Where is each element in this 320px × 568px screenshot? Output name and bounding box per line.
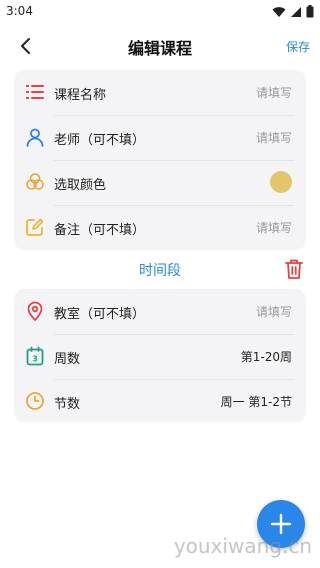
palette-icon [26, 173, 44, 190]
periods-label: 节数 [54, 397, 81, 412]
calendar-icon: 3 [26, 346, 44, 366]
weeks-row[interactable]: 3 周数 第1-20周 [14, 334, 306, 379]
save-button[interactable]: 保存 [286, 38, 310, 55]
teacher-value[interactable]: 请填写 [256, 129, 292, 146]
trash-icon[interactable] [284, 258, 304, 280]
note-label: 备注（可不填） [54, 223, 146, 238]
color-row[interactable]: 选取颜色 [14, 160, 306, 205]
course-info-card: 课程名称 请填写 老师（可不填） 请填写 选取颜色 备注（可不填） 请填写 [14, 70, 306, 250]
time-section-header: 时间段 [0, 256, 320, 282]
wifi-icon [272, 6, 286, 17]
person-icon [26, 128, 44, 147]
status-bar: 3:04 [0, 0, 320, 24]
battery-icon [306, 5, 314, 18]
time-section-title: 时间段 [139, 263, 181, 279]
signal-icon [291, 6, 301, 17]
svg-text:3: 3 [32, 355, 38, 364]
clock-icon [26, 392, 44, 410]
note-row[interactable]: 备注（可不填） 请填写 [14, 205, 306, 250]
teacher-label: 老师（可不填） [54, 133, 146, 148]
periods-value[interactable]: 周一 第1-2节 [221, 393, 292, 410]
classroom-row[interactable]: 教室（可不填） 请填写 [14, 289, 306, 334]
course-name-label: 课程名称 [54, 88, 107, 103]
top-bar: 编辑课程 保存 [0, 30, 320, 62]
time-slot-card: 教室（可不填） 请填写 3 周数 第1-20周 节数 周一 第1-2节 [14, 289, 306, 422]
list-icon [26, 85, 44, 99]
course-name-row[interactable]: 课程名称 请填写 [14, 70, 306, 115]
edit-note-icon [26, 218, 44, 236]
note-value[interactable]: 请填写 [256, 219, 292, 236]
color-swatch[interactable] [270, 171, 292, 193]
periods-row[interactable]: 节数 周一 第1-2节 [14, 379, 306, 424]
watermark: youxiwang.cn [173, 534, 312, 558]
status-time: 3:04 [6, 4, 33, 18]
teacher-row[interactable]: 老师（可不填） 请填写 [14, 115, 306, 160]
page-title: 编辑课程 [127, 39, 192, 58]
course-name-value[interactable]: 请填写 [256, 84, 292, 101]
weeks-value[interactable]: 第1-20周 [241, 348, 292, 365]
status-icons [272, 5, 314, 18]
color-label: 选取颜色 [54, 178, 107, 193]
location-pin-icon [27, 301, 43, 321]
classroom-value[interactable]: 请填写 [256, 303, 292, 320]
classroom-label: 教室（可不填） [54, 307, 146, 322]
weeks-label: 周数 [54, 352, 81, 367]
